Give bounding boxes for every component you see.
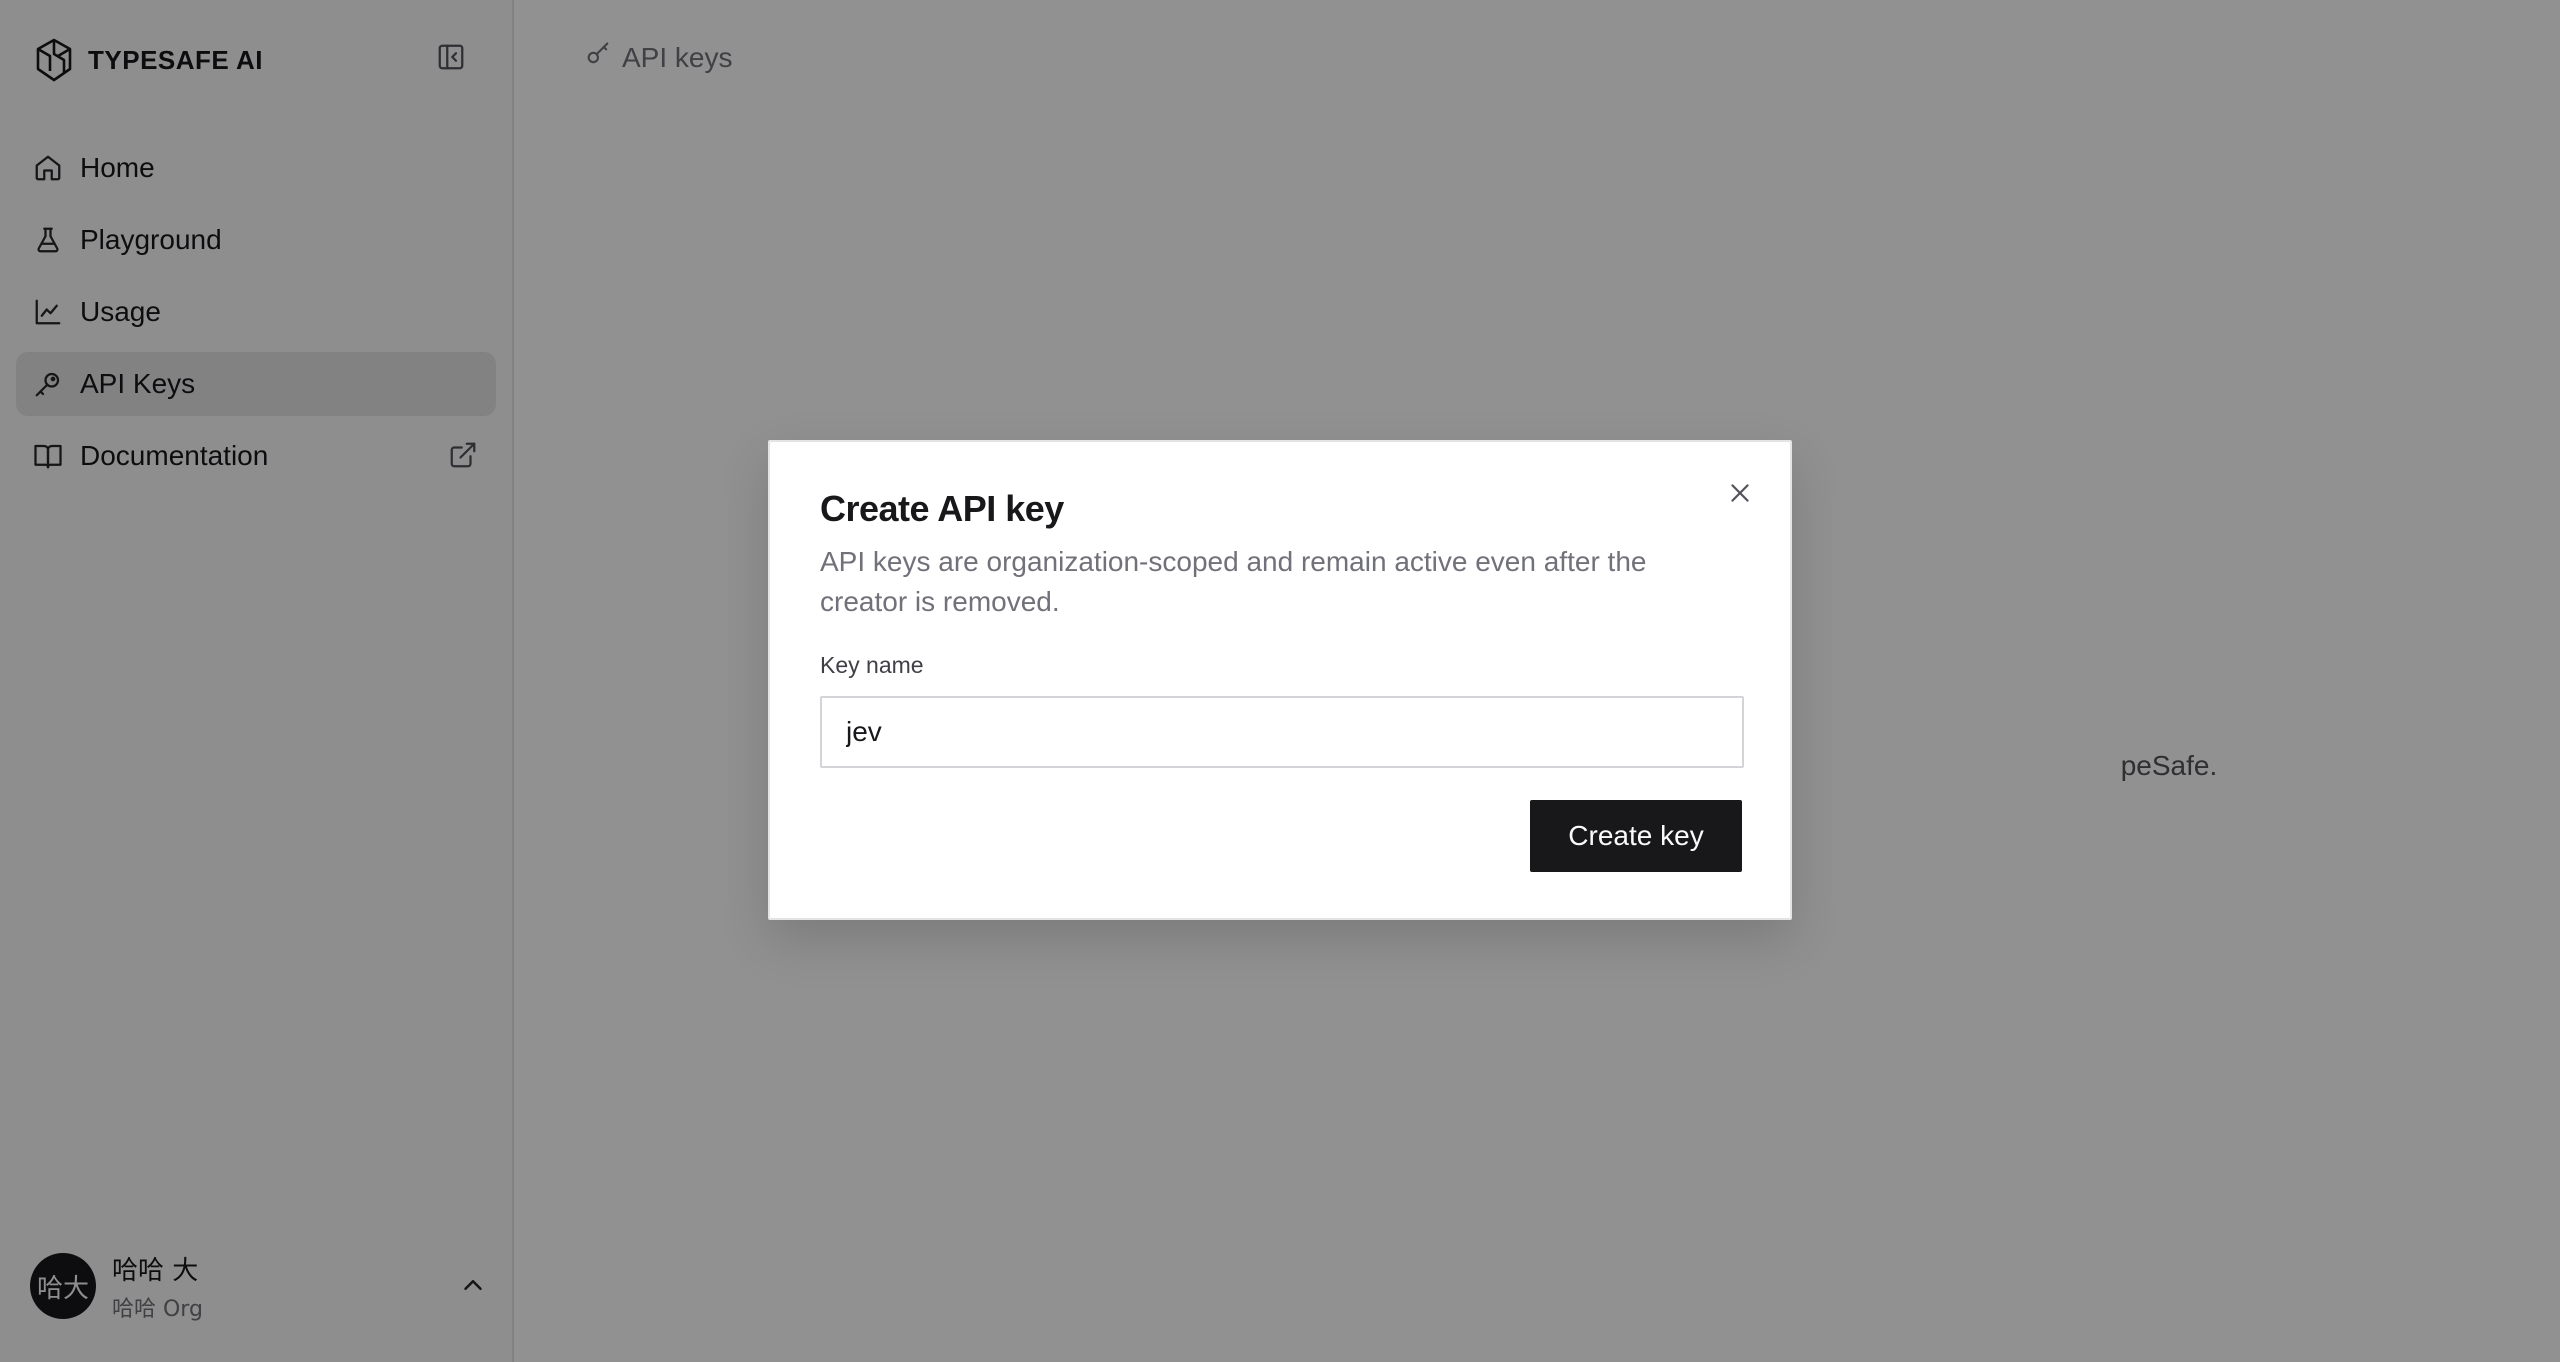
close-icon <box>1727 480 1753 509</box>
key-name-label: Key name <box>820 652 924 678</box>
dialog-description: API keys are organization-scoped and rem… <box>820 546 1647 617</box>
close-button[interactable] <box>1724 478 1756 510</box>
key-name-input[interactable] <box>820 696 1744 768</box>
create-key-button[interactable]: Create key <box>1530 800 1742 872</box>
create-api-key-dialog: Create API key API keys are organization… <box>768 440 1792 920</box>
dialog-title: Create API key <box>820 488 1064 529</box>
